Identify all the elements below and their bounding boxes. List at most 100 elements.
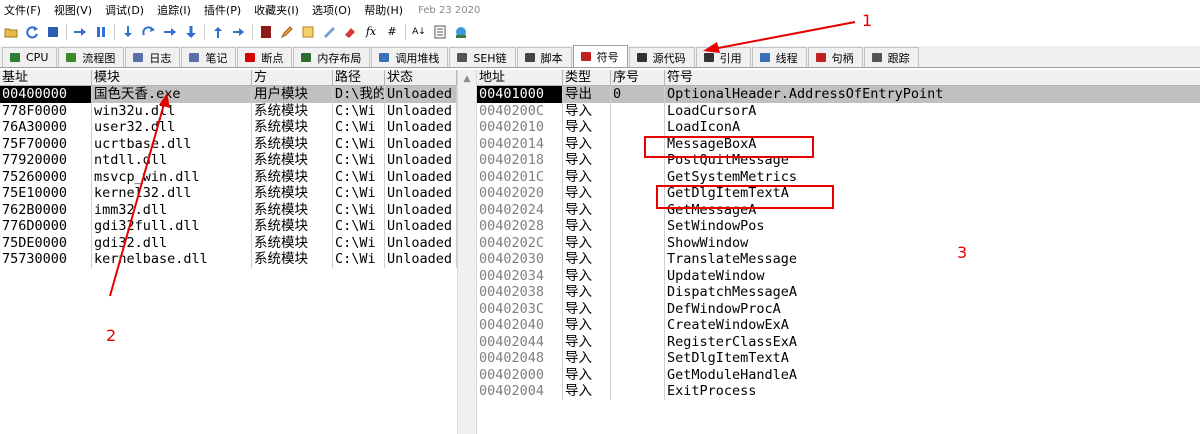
module-row[interactable]: 77920000 ntdll.dll 系统模块 C:\Wi Unloaded xyxy=(0,152,457,169)
module-row[interactable]: 776D0000 gdi32full.dll 系统模块 C:\Wi Unloaded xyxy=(0,218,457,235)
tab-source[interactable]: 源代码 xyxy=(628,47,695,67)
pen-icon[interactable] xyxy=(279,24,295,40)
symbol-row[interactable]: 0040202C 导入 ShowWindow xyxy=(477,234,1200,251)
symbol-row[interactable]: 00402038 导入 DispatchMessageA xyxy=(477,284,1200,301)
module-row[interactable]: 76A30000 user32.dll 系统模块 C:\Wi Unloaded xyxy=(0,119,457,136)
symbol-row[interactable]: 00402030 导入 TranslateMessage xyxy=(477,251,1200,268)
col-party[interactable]: 方 xyxy=(252,70,333,85)
menu-trace[interactable]: 追踪(I) xyxy=(157,2,191,18)
eraser-icon[interactable] xyxy=(342,24,358,40)
symbol-row[interactable]: 00401000 导出 0 OptionalHeader.AddressOfEntry… xyxy=(477,86,1200,103)
scylla-icon[interactable] xyxy=(258,24,274,40)
notes-list-icon[interactable] xyxy=(300,24,316,40)
col-type[interactable]: 类型 xyxy=(563,70,611,85)
symbols-panel: 地址 类型 序号 符号 00401000 导出 0 OptionalHeader.Ad… xyxy=(477,70,1200,434)
symbol-sym: OptionalHeader.AddressOfEntryPoint xyxy=(667,86,944,102)
col-path[interactable]: 路径 xyxy=(333,70,385,85)
menu-favourites[interactable]: 收藏夹(I) xyxy=(254,2,299,18)
symbol-type: 导入 xyxy=(563,119,611,136)
font-icon[interactable]: A↓ xyxy=(411,24,427,40)
step-into-icon[interactable] xyxy=(120,24,136,40)
tab-handle[interactable]: 句柄 xyxy=(807,47,863,67)
symbol-row[interactable]: 00402018 导入 PostQuitMessage xyxy=(477,152,1200,169)
symbol-row[interactable]: 00402044 导入 RegisterClassExA xyxy=(477,333,1200,350)
globe-icon[interactable] xyxy=(453,24,469,40)
list-icon[interactable] xyxy=(432,24,448,40)
symbol-type: 导入 xyxy=(563,366,611,383)
menu-options[interactable]: 选项(O) xyxy=(312,2,351,18)
symbol-ord xyxy=(611,383,665,400)
symbol-addr: 00402020 xyxy=(477,185,563,202)
patch-icon[interactable] xyxy=(321,24,337,40)
animate-icon[interactable] xyxy=(231,24,247,40)
close-icon[interactable] xyxy=(45,24,61,40)
module-row[interactable]: 75F70000 ucrtbase.dll 系统模块 C:\Wi Unloaded xyxy=(0,135,457,152)
tab-label: 笔记 xyxy=(205,51,228,65)
scroll-up-icon[interactable]: ▲ xyxy=(458,72,476,86)
col-symbol[interactable]: 符号 xyxy=(665,70,1200,85)
restart-icon[interactable] xyxy=(24,24,40,40)
menu-help[interactable]: 帮助(H) xyxy=(364,2,403,18)
symbol-row[interactable]: 00402010 导入 LoadIconA xyxy=(477,119,1200,136)
col-module[interactable]: 模块 xyxy=(92,70,252,85)
module-row[interactable]: 75260000 msvcp_win.dll 系统模块 C:\Wi Unloaded xyxy=(0,168,457,185)
module-name: 国色天香.exe xyxy=(92,86,252,103)
script-icon xyxy=(523,52,537,64)
symbol-row[interactable]: 00402014 导入 MessageBoxA xyxy=(477,135,1200,152)
symbol-row[interactable]: 00402048 导入 SetDlgItemTextA xyxy=(477,350,1200,367)
hash-icon[interactable]: # xyxy=(384,24,400,40)
module-status: Unloaded xyxy=(385,152,457,169)
run-to-user-icon[interactable] xyxy=(183,24,199,40)
tab-notes[interactable]: 笔记 xyxy=(181,47,237,67)
col-base[interactable]: 基址 xyxy=(0,70,92,85)
symbol-row[interactable]: 00402024 导入 GetMessageA xyxy=(477,201,1200,218)
symbol-row[interactable]: 00402034 导入 UpdateWindow xyxy=(477,267,1200,284)
seh-icon xyxy=(455,52,469,64)
symbol-row[interactable]: 00402000 导入 GetModuleHandleA xyxy=(477,366,1200,383)
menu-plugins[interactable]: 插件(P) xyxy=(204,2,241,18)
module-row[interactable]: 778F0000 win32u.dll 系统模块 C:\Wi Unloaded xyxy=(0,102,457,119)
tab-script[interactable]: 脚本 xyxy=(516,47,572,67)
run-icon[interactable] xyxy=(72,24,88,40)
symbol-row[interactable]: 00402040 导入 CreateWindowExA xyxy=(477,317,1200,334)
symbol-row[interactable]: 00402020 导入 GetDlgItemTextA xyxy=(477,185,1200,202)
menu-view[interactable]: 视图(V) xyxy=(54,2,92,18)
module-row[interactable]: 75E10000 kernel32.dll 系统模块 C:\Wi Unloaded xyxy=(0,185,457,202)
modules-scrollbar[interactable]: ▲ xyxy=(457,70,477,434)
module-row[interactable]: 75DE0000 gdi32.dll 系统模块 C:\Wi Unloaded xyxy=(0,234,457,251)
col-ordinal[interactable]: 序号 xyxy=(611,70,665,85)
col-address[interactable]: 地址 xyxy=(477,70,563,85)
symbol-sym: LoadCursorA xyxy=(667,102,757,119)
symbol-row[interactable]: 00402028 导入 SetWindowPos xyxy=(477,218,1200,235)
tab-cpu[interactable]: CPU xyxy=(2,47,58,67)
step-over-icon[interactable] xyxy=(141,24,157,40)
trace-into-icon[interactable] xyxy=(162,24,178,40)
menu-debug[interactable]: 调试(D) xyxy=(105,2,144,18)
module-row[interactable]: 75730000 kernelbase.dll 系统模块 C:\Wi Unloaded xyxy=(0,251,457,268)
symbol-type: 导出 xyxy=(563,86,611,103)
fx-icon[interactable]: fx xyxy=(363,24,379,40)
col-status[interactable]: 状态 xyxy=(385,70,457,85)
module-row[interactable]: 762B0000 imm32.dll 系统模块 C:\Wi Unloaded xyxy=(0,201,457,218)
tab-reference[interactable]: 引用 xyxy=(695,47,751,67)
menu-file[interactable]: 文件(F) xyxy=(4,2,41,18)
tab-label: 脚本 xyxy=(540,51,563,65)
symbol-row[interactable]: 0040203C 导入 DefWindowProcA xyxy=(477,300,1200,317)
tab-callstack[interactable]: 调用堆栈 xyxy=(371,47,449,67)
symbol-row[interactable]: 00402004 导入 ExitProcess xyxy=(477,383,1200,400)
module-row[interactable]: 00400000 国色天香.exe 用户模块 D:\我的 Unloaded xyxy=(0,86,457,103)
tab-breakpoint[interactable]: 断点 xyxy=(237,47,293,67)
symbol-row[interactable]: 0040201C 导入 GetSystemMetrics xyxy=(477,168,1200,185)
tab-log[interactable]: 日志 xyxy=(125,47,181,67)
tab-graph[interactable]: 流程图 xyxy=(58,47,125,67)
pause-icon[interactable] xyxy=(93,24,109,40)
tab-memory[interactable]: 内存布局 xyxy=(293,47,371,67)
tab-symbol[interactable]: 符号 xyxy=(572,45,628,67)
tab-seh[interactable]: SEH链 xyxy=(449,47,516,67)
execute-till-return-icon[interactable] xyxy=(210,24,226,40)
open-icon[interactable] xyxy=(3,24,19,40)
tab-thread[interactable]: 线程 xyxy=(751,47,807,67)
tab-trace[interactable]: 跟踪 xyxy=(863,47,919,67)
symbol-row[interactable]: 0040200C 导入 LoadCursorA xyxy=(477,102,1200,119)
module-status: Unloaded xyxy=(385,135,457,152)
